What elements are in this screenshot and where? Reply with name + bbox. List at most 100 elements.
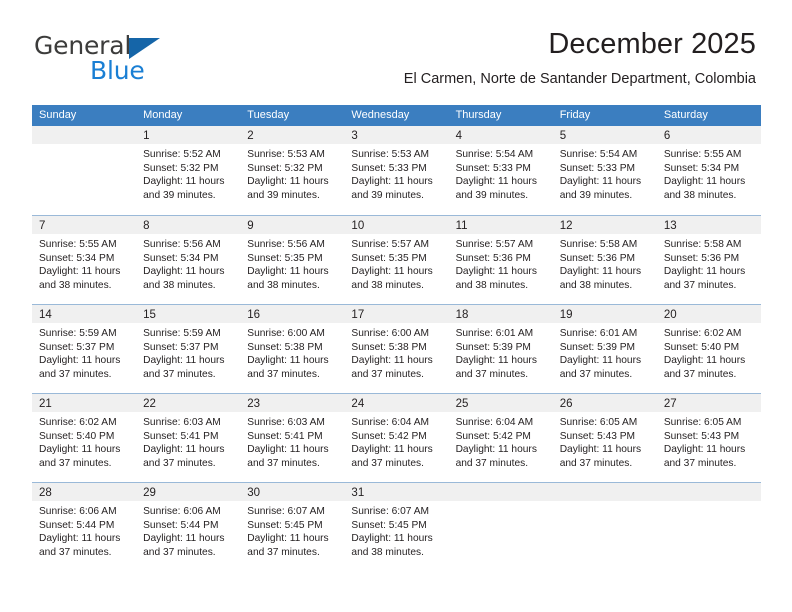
sunrise-text: Sunrise: 6:01 AM — [455, 328, 534, 339]
day-cell[interactable]: 20 Sunrise: 6:02 AM Sunset: 5:40 PM Dayligh… — [656, 305, 761, 393]
day-sun-info: Sunrise: 6:06 AM Sunset: 5:44 PM Daylight:… — [136, 501, 240, 559]
day-sun-info: Sunrise: 5:56 AM Sunset: 5:34 PM Daylight:… — [136, 234, 240, 292]
day-cell[interactable]: 24 Sunrise: 6:04 AM Sunset: 5:42 PM Dayligh… — [344, 394, 449, 482]
daylight-text: Daylight: 11 hours — [663, 355, 746, 367]
daylight-text: and 37 minutes. — [663, 457, 737, 469]
day-cell-empty — [448, 483, 553, 571]
day-cell[interactable]: 9 Sunrise: 5:56 AM Sunset: 5:35 PM Daylight… — [240, 216, 345, 304]
daylight-text: and 37 minutes. — [247, 546, 320, 558]
day-cell[interactable]: 26 Sunrise: 6:05 AM Sunset: 5:43 PM Dayligh… — [552, 394, 657, 482]
day-sun-info: Sunrise: 6:07 AM Sunset: 5:45 PM Daylight:… — [240, 501, 344, 559]
day-cell[interactable]: 27 Sunrise: 6:05 AM Sunset: 5:43 PM Dayligh… — [656, 394, 761, 482]
day-cell-empty — [656, 483, 761, 571]
daylight-text: Daylight: 11 hours — [143, 176, 225, 188]
daylight-text: and 37 minutes. — [455, 457, 529, 469]
day-cell[interactable]: 7 Sunrise: 5:55 AM Sunset: 5:34 PM Daylight… — [32, 216, 137, 304]
day-number-band — [448, 483, 553, 501]
day-number-band — [32, 126, 137, 144]
calendar-weeks: 1 Sunrise: 5:52 AM Sunset: 5:32 PM Daylight… — [32, 126, 761, 571]
day-cell[interactable]: 5 Sunrise: 5:54 AM Sunset: 5:33 PM Daylight… — [552, 126, 657, 215]
day-sun-info — [32, 144, 136, 148]
sunset-text: Sunset: 5:38 PM — [247, 341, 323, 353]
day-number: 27 — [663, 398, 677, 410]
sunrise-text: Sunrise: 5:52 AM — [143, 149, 221, 160]
day-cell[interactable]: 10 Sunrise: 5:57 AM Sunset: 5:35 PM Dayligh… — [344, 216, 449, 304]
day-cell[interactable]: 23 Sunrise: 6:03 AM Sunset: 5:41 PM Dayligh… — [240, 394, 345, 482]
day-cell[interactable]: 31 Sunrise: 6:07 AM Sunset: 5:45 PM Dayligh… — [344, 483, 449, 571]
day-cell[interactable]: 18 Sunrise: 6:01 AM Sunset: 5:39 PM Dayligh… — [448, 305, 553, 393]
day-cell[interactable]: 3 Sunrise: 5:53 AM Sunset: 5:33 PM Daylight… — [344, 126, 449, 215]
day-sun-info: Sunrise: 5:57 AM Sunset: 5:36 PM Daylight:… — [449, 234, 553, 292]
day-number-band: 2 — [240, 126, 345, 144]
daylight-text: and 37 minutes. — [559, 457, 633, 469]
sunset-text: Sunset: 5:34 PM — [663, 162, 740, 174]
day-sun-info: Sunrise: 5:52 AM Sunset: 5:32 PM Daylight:… — [136, 144, 240, 202]
daylight-text: and 39 minutes. — [247, 189, 320, 201]
day-number: 11 — [455, 220, 468, 232]
day-cell[interactable]: 13 Sunrise: 5:58 AM Sunset: 5:36 PM Dayligh… — [656, 216, 761, 304]
daylight-text: Daylight: 11 hours — [143, 355, 225, 367]
sunset-text: Sunset: 5:43 PM — [663, 430, 740, 442]
calendar-week-row: 21 Sunrise: 6:02 AM Sunset: 5:40 PM Dayligh… — [32, 393, 761, 482]
day-number: 4 — [455, 130, 462, 142]
daylight-text: Daylight: 11 hours — [351, 533, 433, 545]
page-title: December 2025 — [548, 28, 756, 60]
day-cell[interactable]: 6 Sunrise: 5:55 AM Sunset: 5:34 PM Daylight… — [656, 126, 761, 215]
sunset-text: Sunset: 5:44 PM — [143, 519, 219, 531]
day-number: 8 — [143, 220, 150, 232]
weekday-header-friday: Friday — [559, 109, 591, 121]
generalblue-logo[interactable]: General Blue — [34, 32, 204, 88]
day-cell[interactable]: 25 Sunrise: 6:04 AM Sunset: 5:42 PM Dayligh… — [448, 394, 553, 482]
day-cell[interactable]: 12 Sunrise: 5:58 AM Sunset: 5:36 PM Dayligh… — [552, 216, 657, 304]
day-number: 2 — [247, 130, 254, 142]
day-cell[interactable]: 21 Sunrise: 6:02 AM Sunset: 5:40 PM Dayligh… — [32, 394, 137, 482]
day-cell[interactable]: 16 Sunrise: 6:00 AM Sunset: 5:38 PM Dayligh… — [240, 305, 345, 393]
day-number-band: 14 — [32, 305, 137, 323]
day-number: 1 — [143, 130, 150, 142]
day-cell[interactable]: 17 Sunrise: 6:00 AM Sunset: 5:38 PM Dayligh… — [344, 305, 449, 393]
sunset-text: Sunset: 5:39 PM — [559, 341, 636, 353]
sunrise-text: Sunrise: 5:54 AM — [559, 149, 638, 160]
daylight-text: Daylight: 11 hours — [39, 533, 121, 545]
day-cell[interactable]: 19 Sunrise: 6:01 AM Sunset: 5:39 PM Dayligh… — [552, 305, 657, 393]
daylight-text: Daylight: 11 hours — [143, 266, 225, 278]
day-cell[interactable]: 2 Sunrise: 5:53 AM Sunset: 5:32 PM Daylight… — [240, 126, 345, 215]
sunrise-text: Sunrise: 5:54 AM — [455, 149, 534, 160]
sunrise-text: Sunrise: 5:53 AM — [247, 149, 325, 160]
sunset-text: Sunset: 5:45 PM — [351, 519, 427, 531]
daylight-text: Daylight: 11 hours — [351, 355, 433, 367]
day-sun-info: Sunrise: 5:58 AM Sunset: 5:36 PM Daylight:… — [553, 234, 657, 292]
daylight-text: Daylight: 11 hours — [247, 266, 329, 278]
sunset-text: Sunset: 5:41 PM — [247, 430, 323, 442]
day-sun-info: Sunrise: 5:58 AM Sunset: 5:36 PM Daylight:… — [657, 234, 761, 292]
sunrise-text: Sunrise: 6:00 AM — [351, 328, 430, 339]
sunset-text: Sunset: 5:33 PM — [351, 162, 427, 174]
day-cell-empty — [552, 483, 657, 571]
day-cell[interactable]: 14 Sunrise: 5:59 AM Sunset: 5:37 PM Dayligh… — [32, 305, 137, 393]
sunset-text: Sunset: 5:36 PM — [455, 252, 531, 264]
day-number: 29 — [143, 487, 156, 499]
daylight-text: and 37 minutes. — [39, 546, 112, 558]
sunrise-text: Sunrise: 6:07 AM — [351, 506, 430, 517]
day-cell[interactable]: 15 Sunrise: 5:59 AM Sunset: 5:37 PM Dayligh… — [136, 305, 241, 393]
sunrise-text: Sunrise: 6:07 AM — [247, 506, 325, 517]
page-header: General Blue December 2025 El Carmen, No… — [0, 0, 792, 104]
day-cell[interactable]: 11 Sunrise: 5:57 AM Sunset: 5:36 PM Dayligh… — [448, 216, 553, 304]
day-sun-info: Sunrise: 5:54 AM Sunset: 5:33 PM Daylight:… — [553, 144, 657, 202]
day-cell[interactable]: 28 Sunrise: 6:06 AM Sunset: 5:44 PM Dayligh… — [32, 483, 137, 571]
sunrise-text: Sunrise: 6:01 AM — [559, 328, 638, 339]
calendar-week-row: 14 Sunrise: 5:59 AM Sunset: 5:37 PM Dayligh… — [32, 304, 761, 393]
sunrise-text: Sunrise: 6:06 AM — [39, 506, 117, 517]
daylight-text: Daylight: 11 hours — [39, 266, 121, 278]
sunset-text: Sunset: 5:45 PM — [247, 519, 323, 531]
day-cell[interactable]: 4 Sunrise: 5:54 AM Sunset: 5:33 PM Daylight… — [448, 126, 553, 215]
day-cell[interactable]: 8 Sunrise: 5:56 AM Sunset: 5:34 PM Daylight… — [136, 216, 241, 304]
day-cell[interactable]: 29 Sunrise: 6:06 AM Sunset: 5:44 PM Dayligh… — [136, 483, 241, 571]
weekday-header-tuesday: Tuesday — [247, 109, 290, 121]
day-number-band: 27 — [656, 394, 761, 412]
day-cell[interactable]: 1 Sunrise: 5:52 AM Sunset: 5:32 PM Daylight… — [136, 126, 241, 215]
daylight-text: and 39 minutes. — [143, 189, 216, 201]
daylight-text: Daylight: 11 hours — [559, 444, 642, 456]
day-cell[interactable]: 30 Sunrise: 6:07 AM Sunset: 5:45 PM Dayligh… — [240, 483, 345, 571]
day-cell[interactable]: 22 Sunrise: 6:03 AM Sunset: 5:41 PM Dayligh… — [136, 394, 241, 482]
